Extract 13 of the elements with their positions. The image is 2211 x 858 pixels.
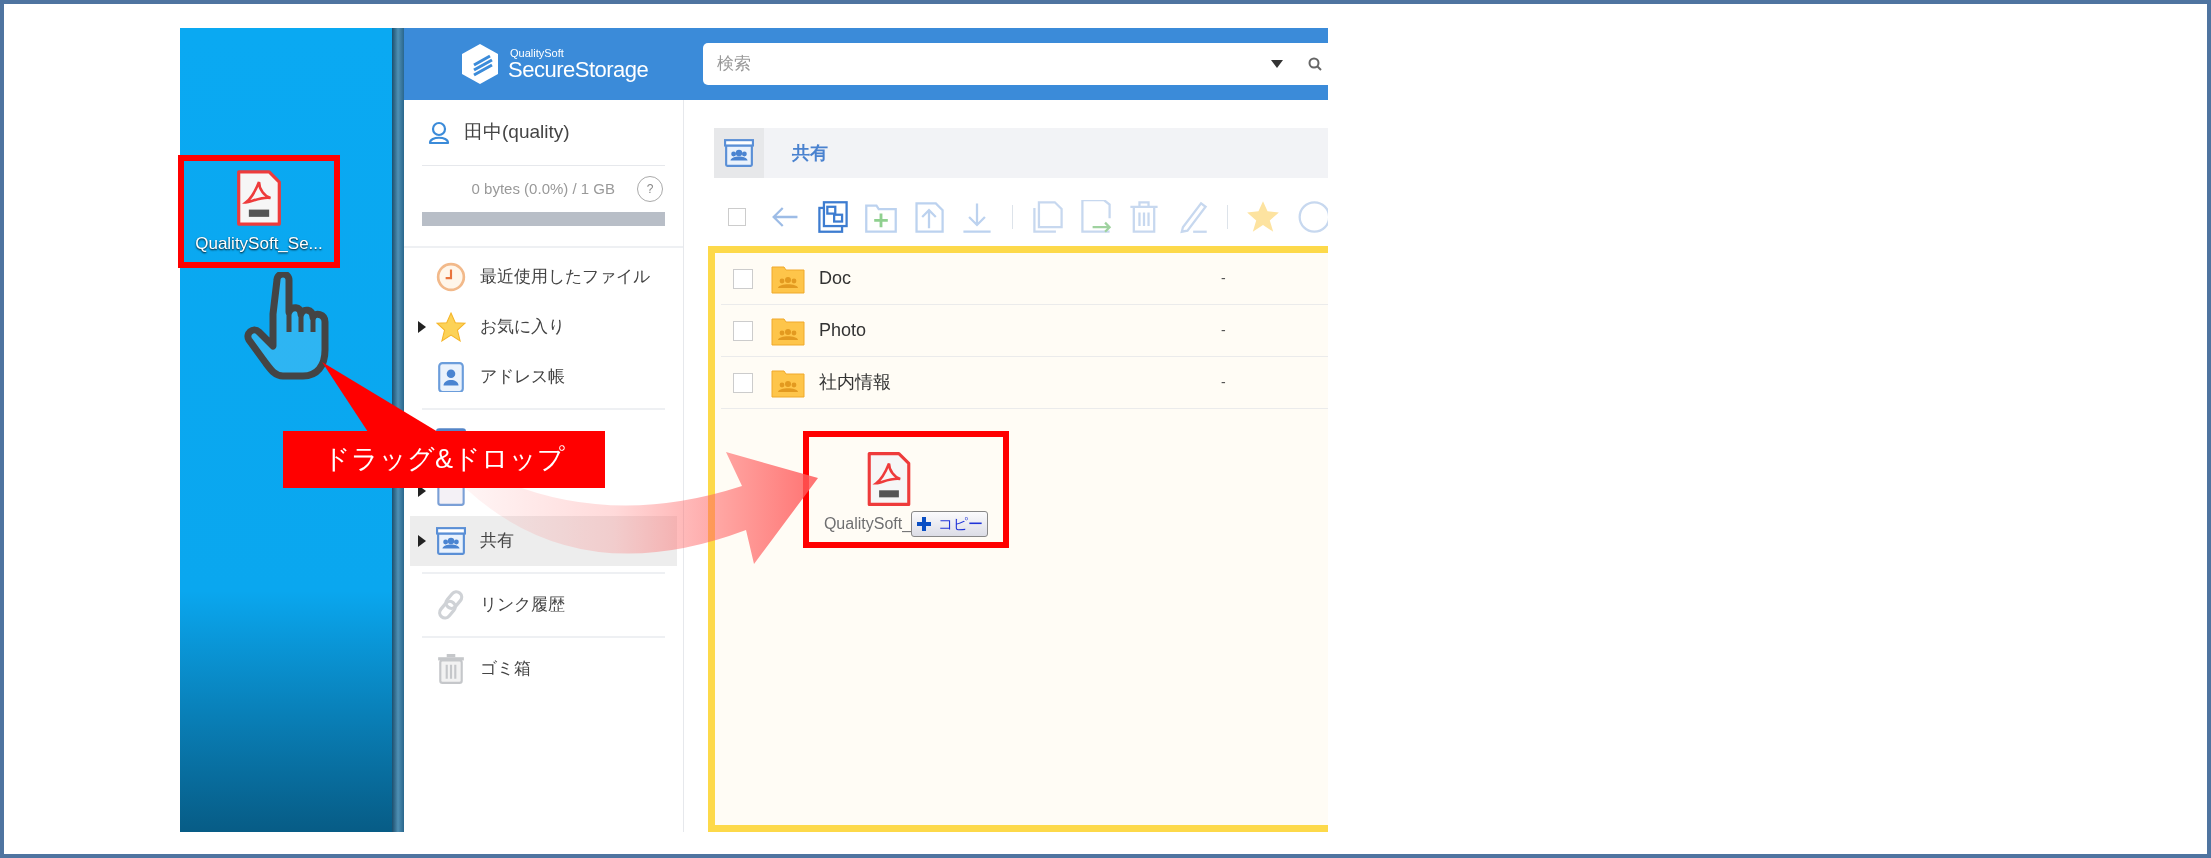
file-name: Doc <box>819 267 852 290</box>
file-name: Photo <box>819 319 868 342</box>
breadcrumb-title: 共有 <box>792 141 828 165</box>
table-cell-text: - <box>1221 269 1226 288</box>
storage-usage-text: 0 bytes (0.0%) / 1 GB <box>471 178 615 199</box>
file-name: 社内情報 <box>819 371 892 394</box>
copy-badge: コピー <box>911 511 989 537</box>
table-cell-text: - <box>1221 321 1226 340</box>
logo-text: QualitySoft <box>510 47 565 59</box>
file-name: QualitySoft_ <box>823 514 912 534</box>
table-cell-text: - <box>1221 373 1226 392</box>
file-name: QualitySoft_Se... <box>195 233 323 255</box>
logo-text: SecureStorage <box>508 58 649 81</box>
